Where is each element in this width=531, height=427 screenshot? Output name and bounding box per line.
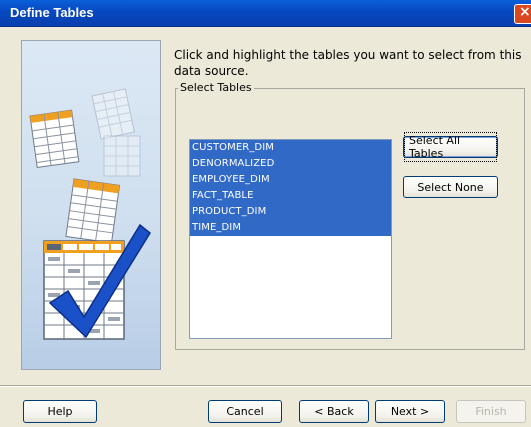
- tables-listbox[interactable]: CUSTOMER_DIM DENORMALIZED EMPLOYEE_DIM F…: [189, 139, 392, 339]
- footer-separator: [0, 385, 531, 387]
- finish-label: Finish: [475, 405, 507, 418]
- back-button[interactable]: < Back: [299, 400, 369, 423]
- cancel-label: Cancel: [226, 405, 264, 418]
- help-button[interactable]: Help: [23, 400, 97, 423]
- title-bar: Define Tables ×: [0, 0, 531, 27]
- table-list-item[interactable]: TIME_DIM: [190, 220, 391, 236]
- table-list-item[interactable]: CUSTOMER_DIM: [190, 140, 391, 156]
- window-title: Define Tables: [10, 5, 94, 20]
- table-list-item[interactable]: FACT_TABLE: [190, 188, 391, 204]
- table-list-item[interactable]: DENORMALIZED: [190, 156, 391, 172]
- select-none-label: Select None: [417, 180, 484, 194]
- next-button[interactable]: Next >: [375, 400, 445, 423]
- next-label: Next >: [390, 405, 430, 418]
- instruction-text: Click and highlight the tables you want …: [174, 48, 522, 78]
- select-none-button[interactable]: Select None: [403, 176, 498, 198]
- table-list-item[interactable]: PRODUCT_DIM: [190, 204, 391, 220]
- select-tables-legend: Select Tables: [178, 81, 254, 94]
- table-list-item[interactable]: EMPLOYEE_DIM: [190, 172, 391, 188]
- tables-illustration: [21, 40, 161, 370]
- select-all-tables-button[interactable]: Select All Tables: [403, 132, 498, 162]
- tables-with-checkmark-icon: [29, 88, 151, 340]
- finish-button: Finish: [456, 400, 526, 423]
- help-label: Help: [47, 405, 73, 418]
- close-button[interactable]: ×: [514, 4, 531, 24]
- back-label: < Back: [314, 405, 354, 418]
- cancel-button[interactable]: Cancel: [208, 400, 282, 423]
- select-all-tables-label: Select All Tables: [404, 132, 497, 162]
- close-icon: ×: [519, 4, 531, 20]
